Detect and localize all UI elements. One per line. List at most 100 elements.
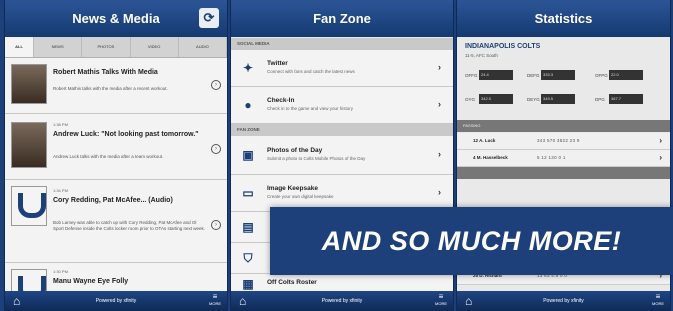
book-icon: ▤ [242,220,254,234]
stat-label: DPG [595,96,605,102]
list-item-subtitle: Create your own digital keepsake [267,194,334,199]
news-item-summary: Bob Lamey was able to catch up with Cory… [53,220,205,231]
news-filter-tabs: ALL NEWS PHOTOS VIDEO AUDIO [5,37,227,58]
list-item-checkin[interactable]: ● Check-In Check in to the game and view… [231,87,453,124]
stat-cell: OFPG 22.0 [595,70,643,80]
news-item[interactable]: 1:38 PM Andrew Luck: "Not looking past t… [5,114,227,180]
stat-cell: DEYG 349.5 [527,94,575,104]
powered-by-label: Powered by xfinity [321,298,363,304]
news-item-time: 1:34 PM [53,188,68,193]
player-name: 12 A. Luck [473,138,496,143]
team-record: 11-5, AFC South [465,53,498,58]
player-stats: 343 570 3822 23 9 [537,138,580,143]
list-item-title: Check-In [267,97,295,104]
fanzone-title-bar: Fan Zone [231,0,453,37]
table-row[interactable]: 12 A. Luck 343 570 3822 23 9 › [457,133,670,150]
refresh-icon[interactable]: ⟳ [199,8,219,28]
list-item-title: Twitter [267,60,288,67]
powered-by-label: Powered by xfinity [95,298,137,304]
stat-label: DEYG [527,96,540,102]
news-item[interactable]: 1:34 PM Cory Redding, Pat McAfee... (Aud… [5,180,227,263]
bottom-nav-bar: ⌂ Powered by xfinity ≡ MORE [231,291,453,311]
player-name: 4 M. Hasselbeck [473,155,508,160]
bottom-nav-bar: ⌂ Powered by xfinity ≡ MORE [5,291,227,311]
chevron-right-icon[interactable]: › [211,144,221,154]
table-header [457,167,670,179]
news-item-title: Manu Wayne Eye Folly [53,278,129,285]
more-label: MORE [209,301,221,306]
more-menu-icon[interactable]: ≡ MORE [209,293,221,307]
list-item-photos[interactable]: ▣ Photos of the Day Submit a photo to Co… [231,136,453,175]
stat-label: OFPG [595,72,608,78]
promo-banner: AND SO MUCH MORE! [270,207,673,275]
list-item-title: Photos of the Day [267,147,323,154]
section-header-social: SOCIAL MEDIA [231,38,453,50]
roster-icon: ▦ [242,277,254,291]
stat-value: 367.7 [609,94,643,104]
bottom-nav-bar: ⌂ Powered by xfinity ≡ MORE [457,291,670,311]
news-thumbnail [11,122,47,168]
chevron-right-icon: › [438,62,441,72]
more-menu-icon[interactable]: ≡ MORE [435,293,447,307]
table-header: PASSING [457,120,670,132]
shield-icon: ⛉ [243,251,253,265]
team-name: INDIANAPOLIS COLTS [465,43,541,50]
twitter-icon: ✦ [242,61,254,75]
stat-label: OFFG [465,72,478,78]
more-label: MORE [435,301,447,306]
stat-label: DEFG [527,72,540,78]
news-item[interactable]: 1:30 PM Manu Wayne Eye Folly [5,263,227,301]
stat-value: 333.3 [541,70,575,80]
tab-audio[interactable]: AUDIO [179,37,227,57]
chevron-right-icon: › [659,153,662,162]
chevron-right-icon[interactable]: › [211,80,221,90]
stat-cell: OFFG 24.4 [465,70,513,80]
section-header-fanzone: FAN ZONE [231,124,453,136]
list-item-subtitle: Submit a photo to Colts Mobile Photos of… [267,156,366,161]
table-row[interactable]: 4 M. Hasselbeck 5 12 130 0 1 › [457,150,670,167]
tab-news[interactable]: NEWS [34,37,83,57]
player-stats: 5 12 130 0 1 [537,155,566,160]
tab-video[interactable]: VIDEO [131,37,179,57]
stat-value: 22.0 [609,70,643,80]
stat-cell: DPG 367.7 [595,94,643,104]
image-keepsake-icon: ▭ [242,186,254,200]
stat-cell: OYG 342.0 [465,94,513,104]
news-item-title: Cory Redding, Pat McAfee... (Audio) [53,197,173,204]
news-item[interactable]: Robert Mathis Talks With Media Robert Ma… [5,58,227,114]
news-item-time: 1:30 PM [53,269,68,274]
stat-value: 24.4 [479,70,513,80]
news-item-summary: Andrew Luck talks with the media after a… [53,154,164,159]
chevron-right-icon: › [438,187,441,197]
news-title-bar: News & Media ⟳ [5,0,227,37]
chevron-right-icon: › [438,99,441,109]
more-label: MORE [652,301,664,306]
stat-label: OYG [465,96,476,102]
stat-value: 342.0 [479,94,513,104]
page-title: News & Media [72,11,160,26]
photo-icon: ▣ [242,148,254,162]
more-menu-icon[interactable]: ≡ MORE [652,293,664,307]
news-item-time: 1:38 PM [53,122,68,127]
stat-value: 349.5 [541,94,575,104]
news-item-summary: Robert Mathis talks with the media after… [53,86,168,91]
page-title: Statistics [534,11,593,26]
list-item-subtitle: Connect with fans and catch the latest n… [267,69,355,74]
chevron-right-icon: › [659,136,662,145]
chevron-right-icon: › [438,149,441,159]
news-item-title: Robert Mathis Talks With Media [53,69,158,76]
tab-all[interactable]: ALL [5,37,34,57]
list-item-title: Off Colts Roster [267,279,317,286]
list-item-twitter[interactable]: ✦ Twitter Connect with fans and catch th… [231,50,453,87]
list-item-title: Image Keepsake [267,185,318,192]
list-item-subtitle: Check in to the game and view your histo… [267,106,354,111]
page-title: Fan Zone [313,11,371,26]
colts-logo-thumbnail [11,269,47,301]
powered-by-label: Powered by xfinity [543,298,584,304]
stat-cell: DEFG 333.3 [527,70,575,80]
news-item-title: Andrew Luck: "Not looking past tomorrow.… [53,131,199,138]
chevron-right-icon[interactable]: › [211,220,221,230]
news-thumbnail [11,64,47,104]
tab-photos[interactable]: PHOTOS [82,37,131,57]
colts-logo-thumbnail [11,186,47,226]
